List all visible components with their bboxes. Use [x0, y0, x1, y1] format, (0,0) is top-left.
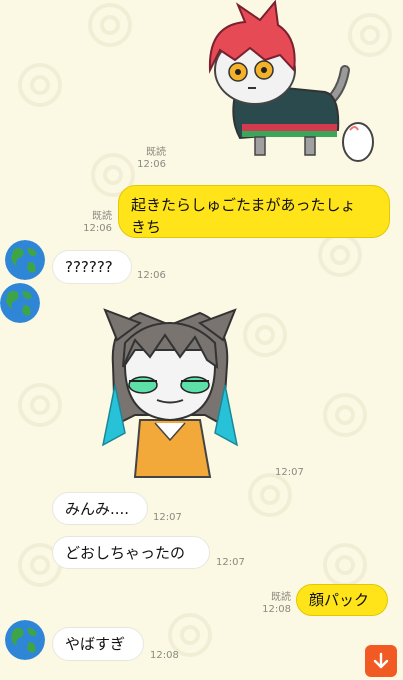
message-text: どおしちゃったの: [65, 544, 186, 562]
gray-cat-character-sticker[interactable]: [95, 305, 245, 480]
timestamp: 12:06: [83, 223, 112, 234]
read-receipt: 既読: [271, 592, 291, 603]
message-bubble[interactable]: やばすぎ: [52, 627, 144, 661]
message-meta: 既読 12:08: [255, 592, 291, 616]
earth-globe-icon: [5, 240, 45, 280]
read-receipt: 既読: [146, 147, 166, 158]
timestamp: 12:07: [275, 467, 304, 478]
timestamp: 12:08: [262, 604, 291, 615]
message-meta: 既読 12:06: [77, 211, 112, 235]
arrow-down-icon: [373, 652, 389, 669]
earth-globe-icon: [5, 620, 45, 660]
message-meta: 既読 12:06: [130, 147, 166, 171]
red-cat-character-sticker[interactable]: [180, 0, 380, 165]
timestamp: 12:07: [153, 512, 182, 523]
pattern-circle-icon: [243, 313, 287, 357]
message-bubble[interactable]: 顔パック: [296, 584, 388, 616]
timestamp: 12:07: [216, 557, 245, 568]
message-bubble[interactable]: どおしちゃったの: [52, 536, 210, 569]
pattern-circle-icon: [88, 3, 132, 47]
pattern-circle-icon: [18, 63, 62, 107]
avatar[interactable]: [0, 283, 40, 323]
scroll-to-bottom-button[interactable]: [365, 645, 397, 677]
pattern-circle-icon: [323, 543, 367, 587]
message-text-line: きち: [131, 218, 162, 236]
pattern-circle-icon: [323, 393, 367, 437]
timestamp: 12:06: [137, 270, 166, 281]
timestamp: 12:08: [150, 650, 179, 661]
message-bubble[interactable]: 起きたらしゅごたまがあったしょ きち: [118, 185, 390, 238]
earth-globe-icon: [0, 283, 40, 323]
message-bubble[interactable]: ??????: [52, 250, 132, 284]
pattern-circle-icon: [18, 383, 62, 427]
read-receipt: 既読: [92, 211, 112, 222]
message-text: やばすぎ: [65, 635, 126, 653]
message-bubble[interactable]: みんみ....: [52, 492, 148, 525]
timestamp: 12:06: [137, 159, 166, 170]
avatar[interactable]: [5, 620, 45, 660]
message-text: ??????: [65, 258, 113, 276]
message-text: 顔パック: [309, 591, 370, 609]
message-text: みんみ....: [65, 500, 130, 518]
avatar[interactable]: [5, 240, 45, 280]
message-text-line: 起きたらしゅごたまがあったしょ: [131, 196, 356, 214]
